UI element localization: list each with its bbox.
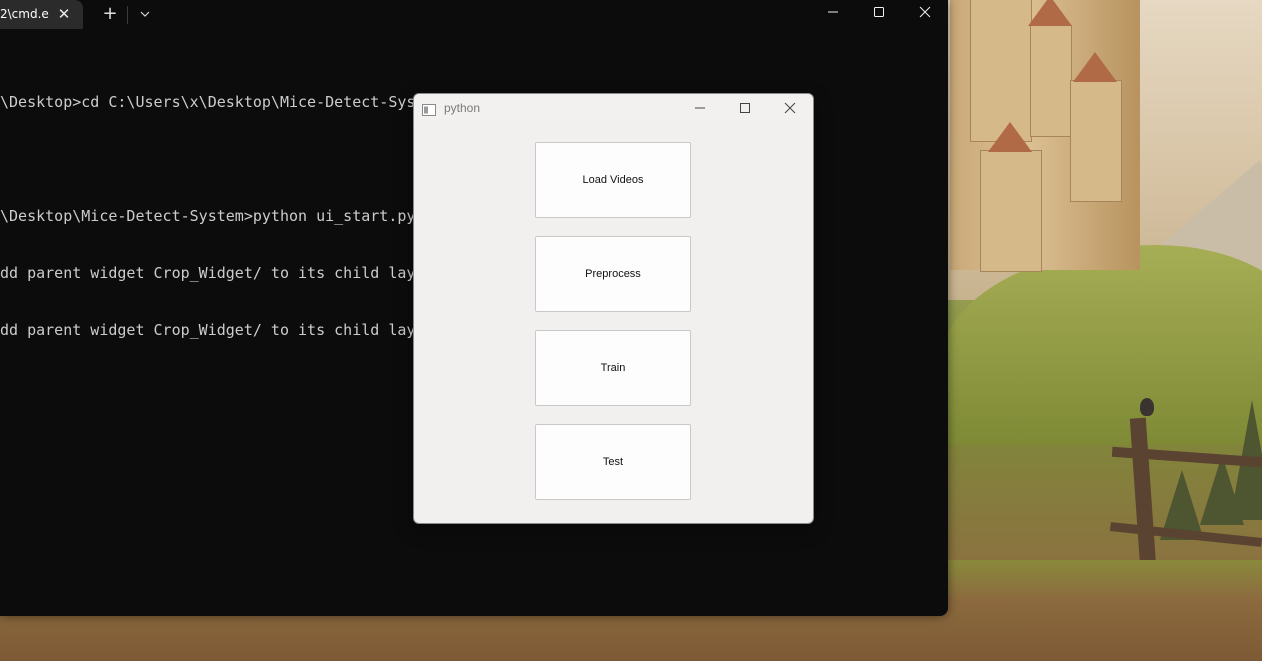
maximize-icon[interactable] <box>856 0 902 22</box>
terminal-line: dd parent widget Crop_Widget/ to its chi… <box>0 264 443 282</box>
close-icon[interactable] <box>902 0 948 22</box>
close-icon[interactable] <box>767 94 813 122</box>
terminal-line: \Desktop\Mice-Detect-System>python ui_st… <box>0 207 416 225</box>
terminal-titlebar[interactable]: 2\cmd.e ✕ + <box>0 0 948 29</box>
python-titlebar[interactable]: python <box>414 94 813 122</box>
castle-roof <box>1028 0 1072 26</box>
train-button[interactable]: Train <box>535 330 691 406</box>
terminal-tab-title: 2\cmd.e <box>0 7 49 21</box>
castle-roof <box>1073 52 1117 82</box>
minimize-icon[interactable] <box>677 94 723 122</box>
python-window-title: python <box>444 101 481 115</box>
castle-tower <box>1070 80 1122 202</box>
maximize-icon[interactable] <box>722 94 768 122</box>
terminal-line: \Desktop>cd C:\Users\x\Desktop\Mice-Dete… <box>0 93 443 111</box>
new-tab-icon[interactable]: + <box>101 3 119 25</box>
wallpaper-bird <box>1140 398 1154 416</box>
app-window-icon <box>422 101 436 116</box>
test-button[interactable]: Test <box>535 424 691 500</box>
terminal-output[interactable]: \Desktop>cd C:\Users\x\Desktop\Mice-Dete… <box>0 55 443 378</box>
castle-tower <box>1030 25 1072 137</box>
minimize-icon[interactable] <box>810 0 856 22</box>
chevron-down-icon[interactable] <box>136 4 154 24</box>
terminal-tab[interactable]: 2\cmd.e ✕ <box>0 0 83 29</box>
load-videos-button[interactable]: Load Videos <box>535 142 691 218</box>
castle-tower <box>970 0 1032 142</box>
preprocess-button[interactable]: Preprocess <box>535 236 691 312</box>
castle-tower <box>980 150 1042 272</box>
wallpaper-castle <box>950 0 1140 272</box>
tab-separator <box>127 6 128 24</box>
terminal-line: dd parent widget Crop_Widget/ to its chi… <box>0 321 443 339</box>
castle-roof <box>988 122 1032 152</box>
tab-close-icon[interactable]: ✕ <box>56 0 72 29</box>
python-window[interactable]: python Load Videos Preprocess Train Test <box>413 93 814 524</box>
